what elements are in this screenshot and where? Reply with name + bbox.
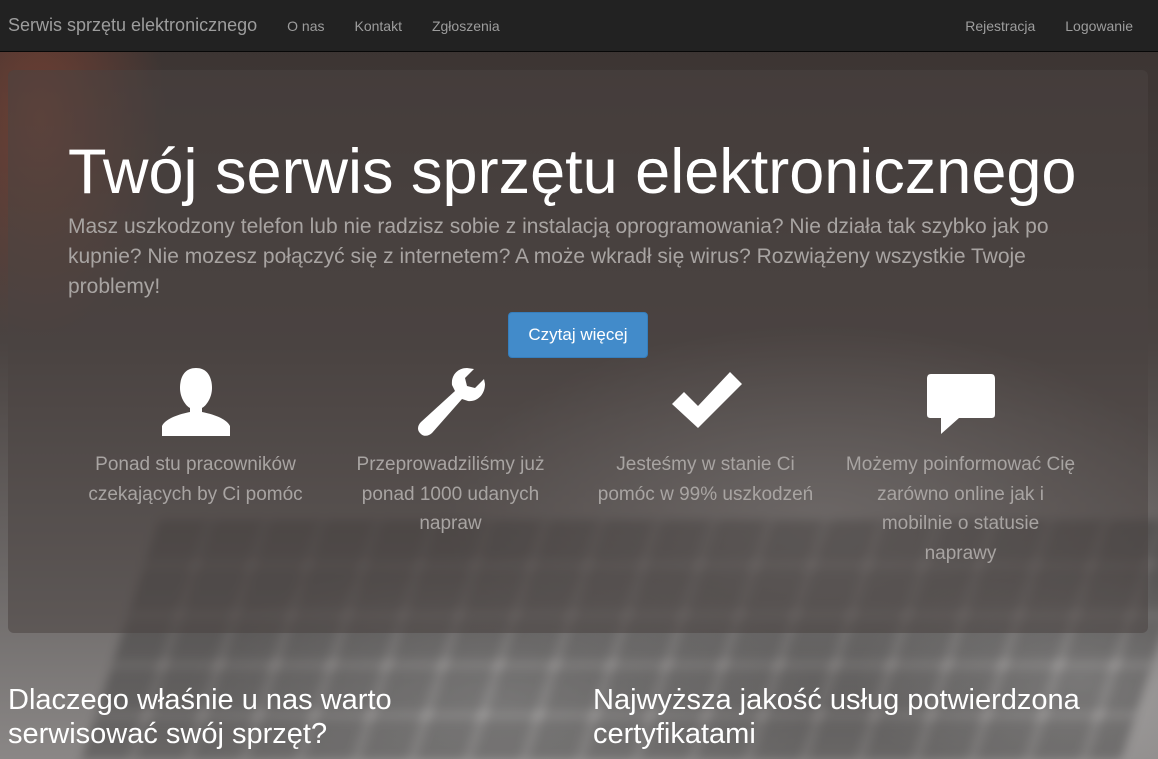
feature-text: Ponad stu pracowników czekających by Ci … <box>88 454 303 505</box>
feature-text: Jesteśmy w stanie Ci pomóc w 99% uszkodz… <box>597 454 814 505</box>
hero-text: Masz uszkodzony telefon lub nie radzisz … <box>68 215 1049 298</box>
feature-text: Przeprowadziliśmy już ponad 1000 udanych… <box>356 454 545 534</box>
checkmark-icon <box>578 362 833 436</box>
feature-staff: Ponad stu pracowników czekających by Ci … <box>68 362 323 509</box>
feature-text: Możemy poinformować Cię zarówno online j… <box>845 454 1076 564</box>
nav-item-o-nas[interactable]: O nas <box>272 0 339 52</box>
hero-title: Twój serwis sprzętu elektronicznego <box>68 137 1077 207</box>
nav-item-zgloszenia[interactable]: Zgłoszenia <box>417 0 515 52</box>
user-icon <box>68 362 323 436</box>
why-us-heading: Dlaczego właśnie u nas warto serwisować … <box>8 684 392 750</box>
comment-icon <box>833 362 1088 436</box>
feature-repairs: Przeprowadziliśmy już ponad 1000 udanych… <box>323 362 578 539</box>
nav-right: Rejestracja Logowanie <box>950 0 1158 52</box>
nav-item-rejestracja[interactable]: Rejestracja <box>950 0 1050 52</box>
navbar: Serwis sprzętu elektronicznego O nas Kon… <box>0 0 1158 52</box>
navbar-brand[interactable]: Serwis sprzętu elektronicznego <box>0 15 272 36</box>
feature-success: Jesteśmy w stanie Ci pomóc w 99% uszkodz… <box>578 362 833 509</box>
nav-item-kontakt[interactable]: Kontakt <box>339 0 416 52</box>
nav-item-logowanie[interactable]: Logowanie <box>1050 0 1158 52</box>
wrench-icon <box>323 362 578 436</box>
nav-left: O nas Kontakt Zgłoszenia <box>272 0 515 52</box>
certificates-heading: Najwyższa jakość usług potwierdzona cert… <box>593 684 1080 750</box>
feature-notify: Możemy poinformować Cię zarówno online j… <box>833 362 1088 568</box>
features-row: Ponad stu pracowników czekających by Ci … <box>68 362 1088 582</box>
read-more-button[interactable]: Czytaj więcej <box>508 312 648 358</box>
